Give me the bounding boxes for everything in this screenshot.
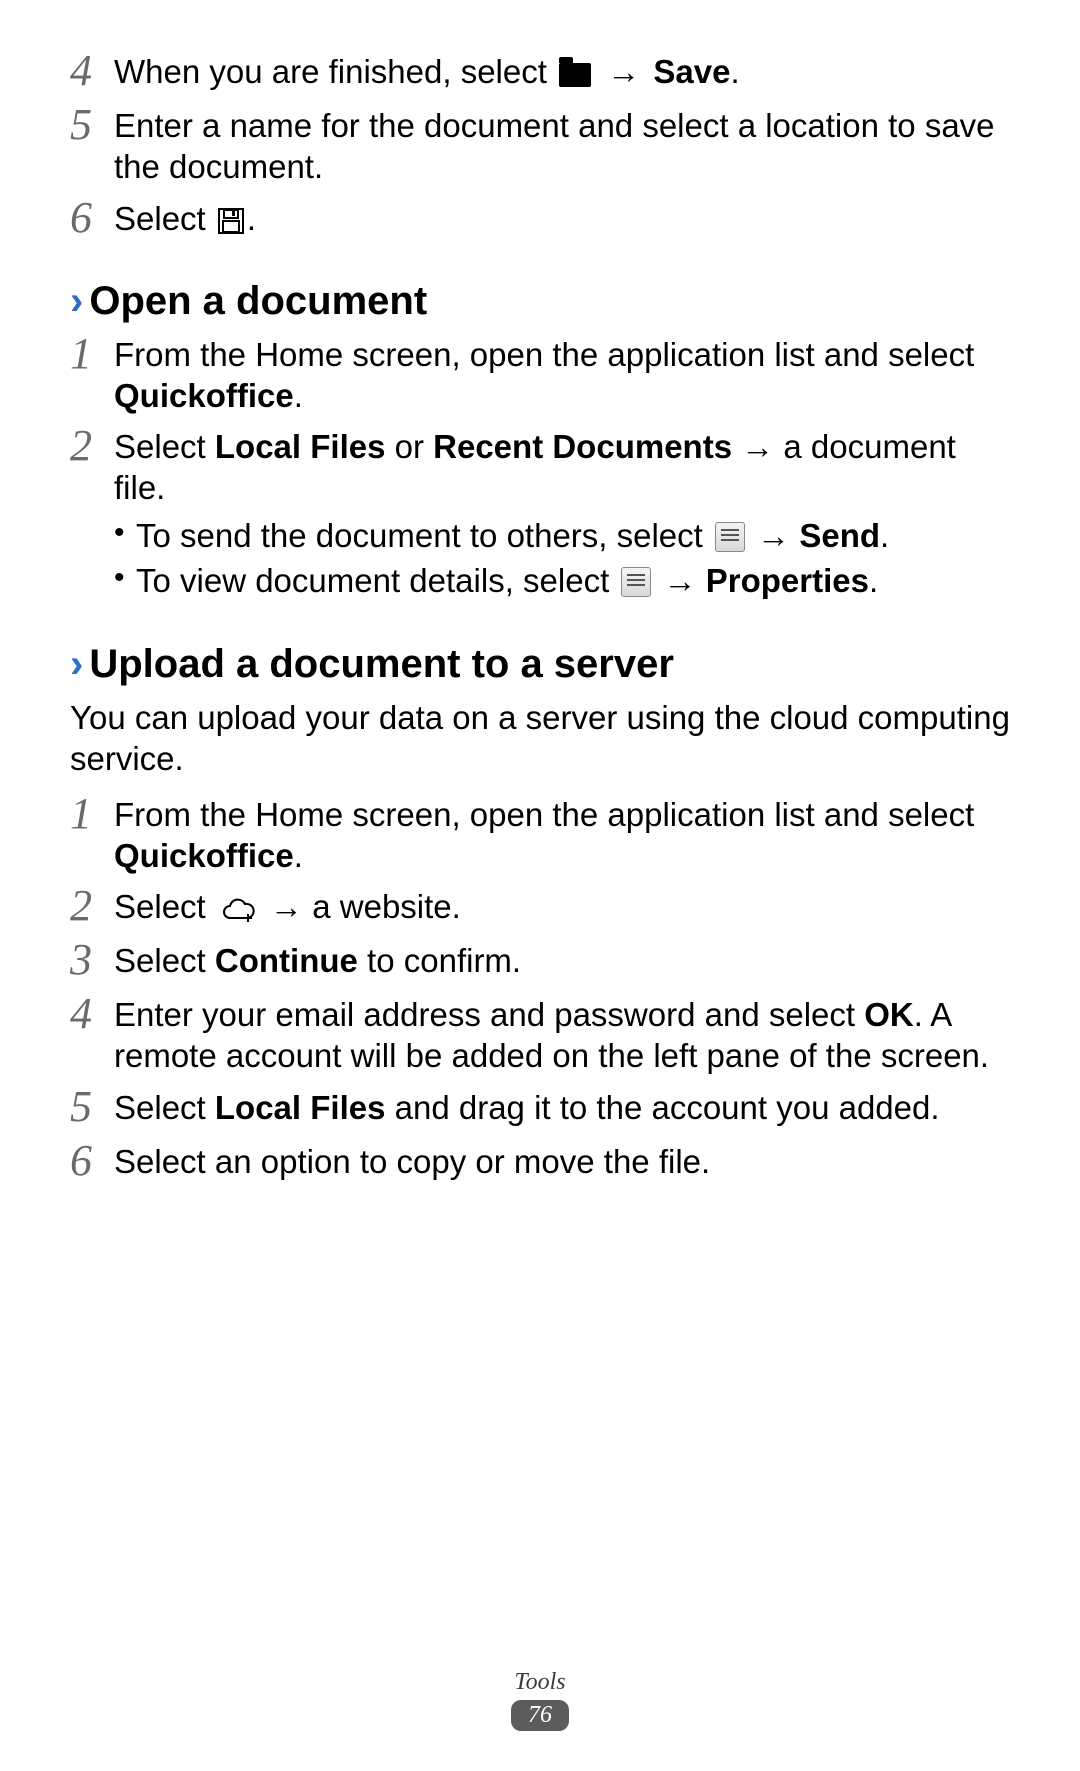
step-body: From the Home screen, open the applicati…	[114, 794, 1010, 877]
text: to confirm.	[358, 942, 521, 979]
step-number: 3	[70, 938, 114, 982]
step-number: 5	[70, 103, 114, 147]
step-body: Select Continue to confirm.	[114, 940, 1010, 981]
text: Select	[114, 888, 215, 925]
page: 4 When you are finished, select → Save. …	[0, 0, 1080, 1771]
heading-text: Open a document	[89, 276, 427, 326]
text: Select	[114, 428, 215, 465]
text: .	[247, 200, 256, 237]
text: a website.	[312, 888, 461, 925]
text: From the Home screen, open the applicati…	[114, 336, 974, 373]
bullet-list: • To send the document to others, select…	[114, 515, 1010, 602]
step-number: 1	[70, 792, 114, 836]
bold-text: Local Files	[215, 1089, 386, 1126]
menu-icon	[715, 522, 745, 552]
text: To view document details, select	[136, 562, 618, 599]
bullet-text: To send the document to others, select →…	[136, 515, 1010, 556]
step-4: 4 When you are finished, select → Save.	[70, 51, 1010, 95]
text: From the Home screen, open the applicati…	[114, 796, 974, 833]
step-number: 4	[70, 49, 114, 93]
bold-text: Continue	[215, 942, 358, 979]
bold-text: Save	[653, 53, 730, 90]
text: and drag it to the account you added.	[385, 1089, 939, 1126]
upload-step-1: 1 From the Home screen, open the applica…	[70, 794, 1010, 877]
bold-text: Quickoffice	[114, 377, 294, 414]
heading-text: Upload a document to a server	[89, 639, 674, 689]
step-body: From the Home screen, open the applicati…	[114, 334, 1010, 417]
bullet-text: To view document details, select → Prope…	[136, 560, 1010, 601]
step-body: Enter a name for the document and select…	[114, 105, 1010, 188]
upload-step-2: 2 Select → a website.	[70, 886, 1010, 930]
upload-step-6: 6 Select an option to copy or move the f…	[70, 1141, 1010, 1185]
arrow-icon: →	[607, 53, 640, 90]
text: When you are finished, select	[114, 53, 556, 90]
text: Select	[114, 200, 215, 237]
step-5: 5 Enter a name for the document and sele…	[70, 105, 1010, 188]
arrow-icon: →	[748, 517, 799, 554]
step-body: Select Local Files or Recent Documents →…	[114, 426, 1010, 605]
chevron-icon: ›	[70, 281, 83, 321]
chevron-icon: ›	[70, 644, 83, 684]
text: or	[385, 428, 433, 465]
bold-text: OK	[864, 996, 914, 1033]
save-icon	[218, 208, 244, 234]
text: .	[869, 562, 878, 599]
upload-step-3: 3 Select Continue to confirm.	[70, 940, 1010, 984]
step-body: Enter your email address and password an…	[114, 994, 1010, 1077]
section-label: Tools	[0, 1669, 1080, 1696]
step-number: 2	[70, 884, 114, 928]
arrow-icon: →	[654, 562, 705, 599]
step-number: 4	[70, 992, 114, 1036]
text: Select an option to copy or move the fil…	[114, 1143, 710, 1180]
heading-open-document: › Open a document	[70, 276, 1010, 326]
heading-upload-document: › Upload a document to a server	[70, 639, 1010, 689]
text: Enter a name for the document and select…	[114, 107, 995, 185]
content-area: 4 When you are finished, select → Save. …	[70, 51, 1010, 1185]
text: .	[731, 53, 740, 90]
step-number: 6	[70, 196, 114, 240]
step-body: Select .	[114, 198, 1010, 239]
step-number: 2	[70, 424, 114, 468]
text: Enter your email address and password an…	[114, 996, 864, 1033]
bold-text: Recent Documents	[433, 428, 732, 465]
cloud-icon	[218, 898, 258, 924]
step-number: 5	[70, 1085, 114, 1129]
text: .	[294, 377, 303, 414]
upload-intro: You can upload your data on a server usi…	[70, 697, 1010, 780]
open-step-1: 1 From the Home screen, open the applica…	[70, 334, 1010, 417]
text: Select	[114, 1089, 215, 1126]
step-body: Select → a website.	[114, 886, 1010, 927]
bold-text: Send	[799, 517, 880, 554]
bullet-dot: •	[114, 515, 136, 556]
text: .	[294, 837, 303, 874]
open-step-2: 2 Select Local Files or Recent Documents…	[70, 426, 1010, 605]
arrow-icon: →	[261, 888, 312, 925]
bold-text: Quickoffice	[114, 837, 294, 874]
bullet-item: • To view document details, select → Pro…	[114, 560, 1010, 601]
bullet-item: • To send the document to others, select…	[114, 515, 1010, 556]
bullet-dot: •	[114, 560, 136, 601]
menu-icon	[621, 567, 651, 597]
upload-step-5: 5 Select Local Files and drag it to the …	[70, 1087, 1010, 1131]
page-footer: Tools 76	[0, 1669, 1080, 1731]
step-body: Select an option to copy or move the fil…	[114, 1141, 1010, 1182]
upload-step-4: 4 Enter your email address and password …	[70, 994, 1010, 1077]
step-number: 6	[70, 1139, 114, 1183]
bold-text: Local Files	[215, 428, 386, 465]
text: To send the document to others, select	[136, 517, 712, 554]
text: Select	[114, 942, 215, 979]
step-body: When you are finished, select → Save.	[114, 51, 1010, 92]
text: .	[880, 517, 889, 554]
step-6: 6 Select .	[70, 198, 1010, 242]
step-body: Select Local Files and drag it to the ac…	[114, 1087, 1010, 1128]
page-number: 76	[511, 1700, 569, 1731]
step-number: 1	[70, 332, 114, 376]
bold-text: Properties	[706, 562, 869, 599]
folder-icon	[559, 63, 591, 87]
arrow-icon: →	[732, 428, 783, 465]
